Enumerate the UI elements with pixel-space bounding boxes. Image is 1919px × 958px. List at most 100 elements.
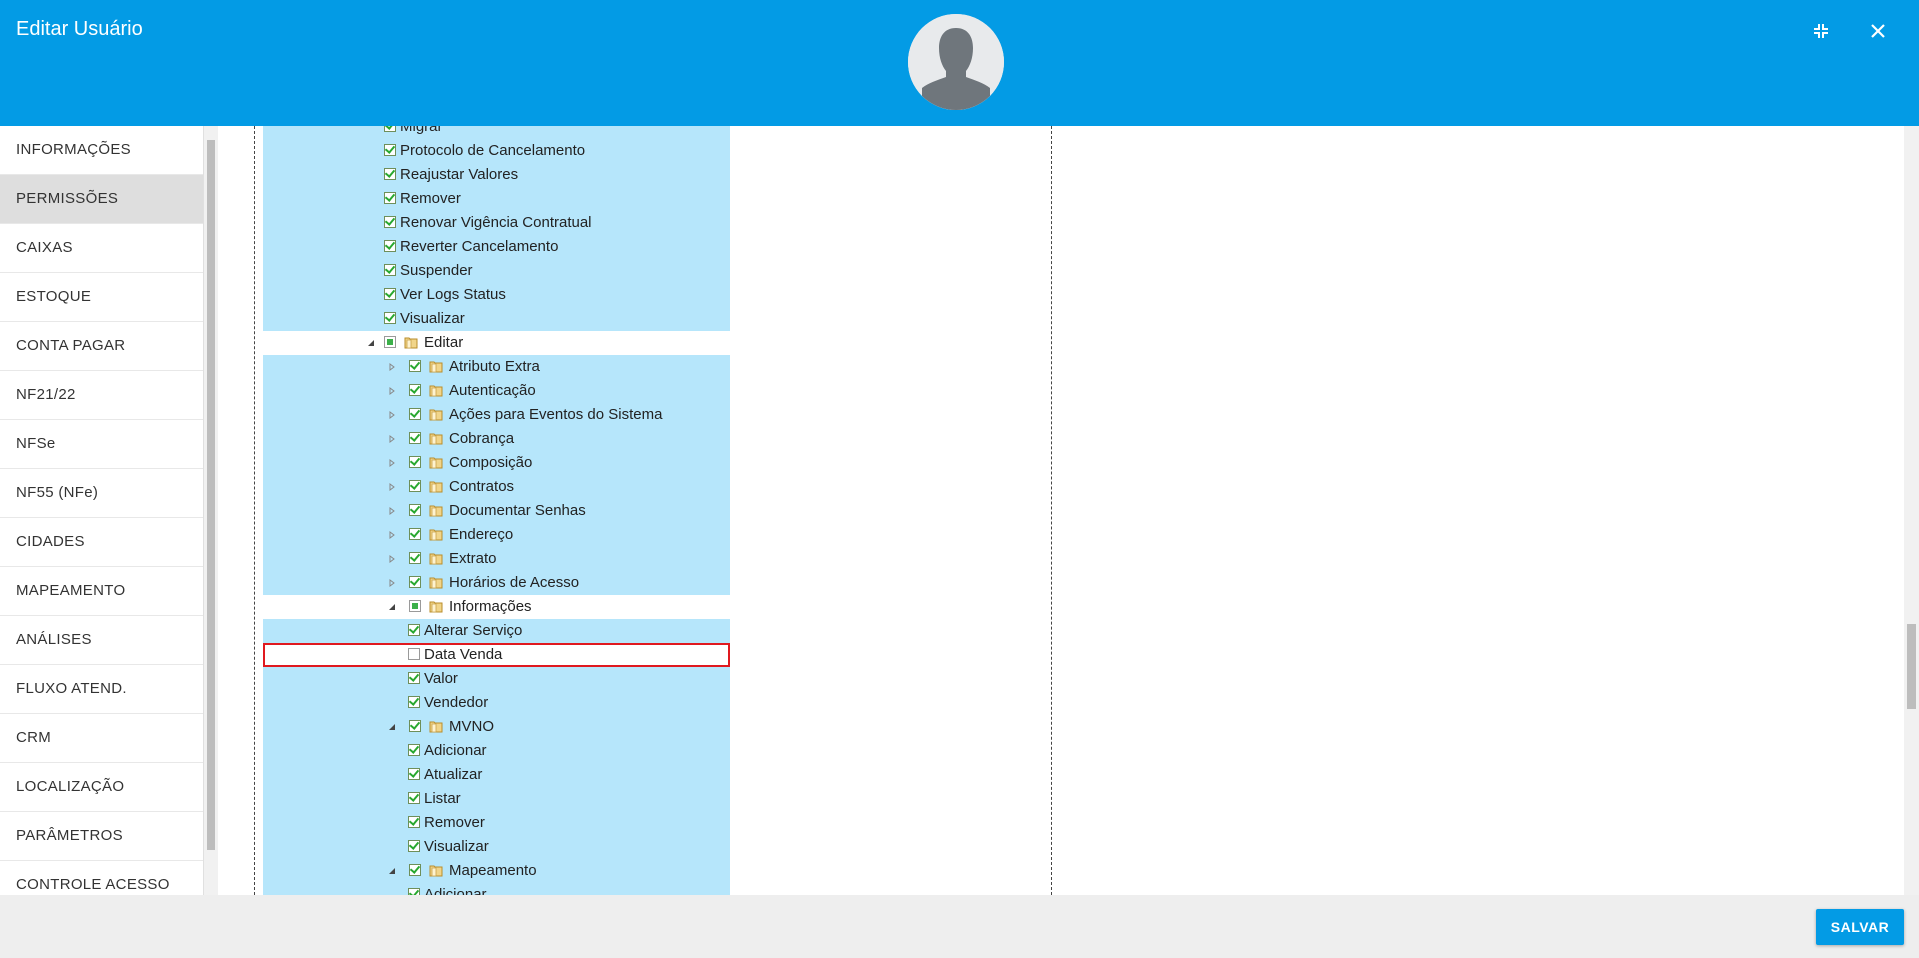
sidebar-item[interactable]: FLUXO ATEND.	[0, 665, 203, 714]
tree-node[interactable]: Visualizar	[263, 307, 730, 331]
tree-node[interactable]: Atualizar	[263, 763, 730, 787]
tree-collapsed-icon[interactable]	[384, 379, 400, 403]
main-scrollbar[interactable]	[1904, 126, 1919, 895]
permission-checkbox[interactable]	[408, 744, 420, 756]
tree-node[interactable]: Visualizar	[263, 835, 730, 859]
permission-checkbox[interactable]	[409, 456, 421, 468]
sidebar-item[interactable]: PERMISSÕES	[0, 175, 203, 224]
tree-node[interactable]: Protocolo de Cancelamento	[263, 139, 730, 163]
permission-checkbox[interactable]	[408, 624, 420, 636]
permission-checkbox[interactable]	[384, 240, 396, 252]
permission-checkbox[interactable]	[408, 888, 420, 895]
permission-checkbox[interactable]	[409, 864, 421, 876]
permission-checkbox[interactable]	[409, 408, 421, 420]
tree-node[interactable]: Extrato	[263, 547, 730, 571]
sidebar-item[interactable]: INFORMAÇÕES	[0, 126, 203, 175]
tree-node[interactable]: Adicionar	[263, 739, 730, 763]
tree-node[interactable]: Cobrança	[263, 427, 730, 451]
sidebar-item[interactable]: LOCALIZAÇÃO	[0, 763, 203, 812]
permission-checkbox[interactable]	[409, 552, 421, 564]
tree-node[interactable]: Endereço	[263, 523, 730, 547]
tree-node[interactable]: Listar	[263, 787, 730, 811]
tree-expanded-icon[interactable]	[384, 595, 400, 619]
permission-checkbox[interactable]	[384, 144, 396, 156]
tree-expanded-icon[interactable]	[363, 331, 379, 355]
permission-checkbox[interactable]	[408, 816, 420, 828]
permission-checkbox[interactable]	[408, 696, 420, 708]
permission-checkbox[interactable]	[384, 126, 396, 132]
permission-checkbox[interactable]	[408, 792, 420, 804]
sidebar-item[interactable]: ANÁLISES	[0, 616, 203, 665]
tree-collapsed-icon[interactable]	[384, 475, 400, 499]
permission-checkbox[interactable]	[384, 168, 396, 180]
tree-node[interactable]: Informações	[263, 595, 730, 619]
tree-node[interactable]: Reverter Cancelamento	[263, 235, 730, 259]
permission-checkbox[interactable]	[409, 432, 421, 444]
sidebar-item[interactable]: CONTA PAGAR	[0, 322, 203, 371]
tree-node[interactable]: Vendedor	[263, 691, 730, 715]
tree-node[interactable]: Migrar	[263, 126, 730, 139]
tree-node[interactable]: Reajustar Valores	[263, 163, 730, 187]
permission-checkbox[interactable]	[409, 720, 421, 732]
tree-expanded-icon[interactable]	[384, 715, 400, 739]
permission-checkbox[interactable]	[409, 576, 421, 588]
tree-node[interactable]: Composição	[263, 451, 730, 475]
permission-checkbox[interactable]	[384, 192, 396, 204]
permission-checkbox[interactable]	[409, 504, 421, 516]
tree-collapsed-icon[interactable]	[384, 355, 400, 379]
tree-node[interactable]: Contratos	[263, 475, 730, 499]
tree-collapsed-icon[interactable]	[384, 547, 400, 571]
minimize-button[interactable]	[1808, 18, 1834, 44]
sidebar-item[interactable]: CRM	[0, 714, 203, 763]
sidebar-scrollbar-thumb[interactable]	[207, 140, 215, 850]
permission-checkbox[interactable]	[384, 216, 396, 228]
sidebar-scrollbar[interactable]	[204, 126, 218, 895]
permission-checkbox[interactable]	[384, 336, 396, 348]
tree-node[interactable]: Data Venda	[263, 643, 730, 667]
permission-checkbox[interactable]	[408, 648, 420, 660]
tree-node[interactable]: Documentar Senhas	[263, 499, 730, 523]
tree-node[interactable]: MVNO	[263, 715, 730, 739]
permission-checkbox[interactable]	[384, 288, 396, 300]
tree-node[interactable]: Remover	[263, 811, 730, 835]
sidebar-item[interactable]: NF21/22	[0, 371, 203, 420]
sidebar-item[interactable]: PARÂMETROS	[0, 812, 203, 861]
permission-checkbox[interactable]	[408, 672, 420, 684]
tree-expanded-icon[interactable]	[384, 859, 400, 883]
sidebar-item[interactable]: NF55 (NFe)	[0, 469, 203, 518]
save-button[interactable]: SALVAR	[1816, 909, 1904, 945]
tree-collapsed-icon[interactable]	[384, 427, 400, 451]
tree-collapsed-icon[interactable]	[384, 403, 400, 427]
tree-node[interactable]: Autenticação	[263, 379, 730, 403]
sidebar-item[interactable]: CIDADES	[0, 518, 203, 567]
permission-checkbox[interactable]	[409, 480, 421, 492]
user-avatar[interactable]	[908, 14, 1004, 110]
tree-node[interactable]: Atributo Extra	[263, 355, 730, 379]
tree-node[interactable]: Valor	[263, 667, 730, 691]
sidebar-item[interactable]: MAPEAMENTO	[0, 567, 203, 616]
tree-node[interactable]: Alterar Serviço	[263, 619, 730, 643]
sidebar-item[interactable]: NFSe	[0, 420, 203, 469]
permission-checkbox[interactable]	[408, 840, 420, 852]
sidebar-item[interactable]: CONTROLE ACESSO	[0, 861, 203, 895]
close-button[interactable]	[1865, 18, 1891, 44]
tree-node[interactable]: Adicionar	[263, 883, 730, 895]
tree-node[interactable]: Ações para Eventos do Sistema	[263, 403, 730, 427]
tree-node[interactable]: Editar	[263, 331, 730, 355]
main-scrollbar-thumb[interactable]	[1907, 624, 1916, 709]
tree-node[interactable]: Horários de Acesso	[263, 571, 730, 595]
tree-collapsed-icon[interactable]	[384, 523, 400, 547]
tree-node[interactable]: Ver Logs Status	[263, 283, 730, 307]
permission-checkbox[interactable]	[384, 264, 396, 276]
tree-collapsed-icon[interactable]	[384, 499, 400, 523]
permission-checkbox[interactable]	[409, 384, 421, 396]
permission-checkbox[interactable]	[408, 768, 420, 780]
tree-node[interactable]: Renovar Vigência Contratual	[263, 211, 730, 235]
tree-node[interactable]: Remover	[263, 187, 730, 211]
permission-checkbox[interactable]	[409, 600, 421, 612]
tree-node[interactable]: Suspender	[263, 259, 730, 283]
permission-checkbox[interactable]	[409, 360, 421, 372]
permission-checkbox[interactable]	[409, 528, 421, 540]
tree-node[interactable]: Mapeamento	[263, 859, 730, 883]
permission-checkbox[interactable]	[384, 312, 396, 324]
